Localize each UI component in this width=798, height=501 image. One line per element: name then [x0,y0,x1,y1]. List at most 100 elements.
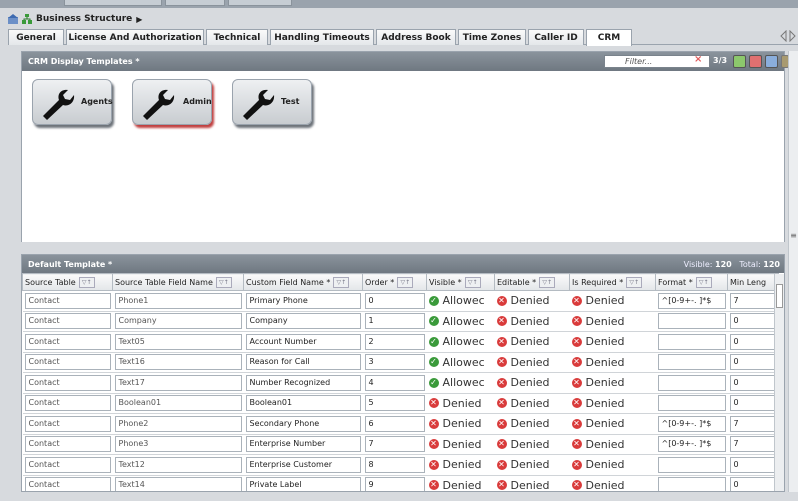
order-input[interactable]: 5 [364,395,425,412]
tab-crm[interactable]: CRM [586,29,632,46]
visible-cell[interactable]: ✕ Denied [426,475,495,491]
source-table-cell[interactable]: Contact [22,331,113,353]
min-length-input[interactable]: 0 [729,354,777,371]
min-length-cell[interactable]: 0 [727,454,779,476]
required-cell[interactable]: ✕ Denied [569,290,656,312]
source-field-cell[interactable]: Phone2 [112,413,244,435]
format-input[interactable] [657,374,726,391]
custom-field-input[interactable]: Private Label [245,477,361,491]
source-table-cell[interactable]: Contact [22,475,113,491]
format-input[interactable] [657,456,726,473]
format-cell[interactable]: ^[0-9+-. ]*$ [655,434,728,455]
breadcrumb-title[interactable]: Business Structure [36,14,132,24]
format-cell[interactable] [655,475,728,491]
tab-license-and-authorization[interactable]: License And Authorization [66,29,204,45]
col-is-required[interactable]: Is Required * ▽↑ [569,273,656,291]
custom-field-cell[interactable]: Account Number [243,331,363,353]
col-source-table[interactable]: Source Table ▽↑ [22,273,113,291]
format-input[interactable]: ^[0-9+-. ]*$ [657,436,726,453]
source-table-cell[interactable]: Contact [22,352,113,373]
min-length-input[interactable]: 0 [729,313,777,330]
format-cell[interactable] [655,352,728,373]
visible-cell[interactable]: ✕ Denied [426,434,495,455]
visible-cell[interactable]: ✓ Allowec [426,290,495,312]
order-cell[interactable]: 5 [362,393,427,414]
visible-cell[interactable]: ✓ Allowec [426,352,495,373]
custom-field-cell[interactable]: Secondary Phone [243,413,363,435]
sort-filter-icon[interactable]: ▽↑ [397,276,414,288]
table-row[interactable]: Contact Text12 Enterprise Customer 8 ✕ Denied… [22,454,779,476]
required-cell[interactable]: ✕ Denied [569,434,656,455]
min-length-input[interactable]: 0 [729,333,777,350]
min-length-input[interactable]: 7 [729,292,777,309]
required-cell[interactable]: ✕ Denied [569,352,656,373]
table-row[interactable]: Contact Text14 Private Label 9 ✕ Denied ✕ Denie… [22,475,779,491]
order-cell[interactable]: 9 [362,475,427,491]
format-cell[interactable] [655,311,728,332]
order-input[interactable]: 1 [364,313,425,330]
add-icon[interactable] [733,55,746,68]
table-scrollbar[interactable] [774,274,784,491]
custom-field-cell[interactable]: Enterprise Customer [243,454,363,476]
format-cell[interactable]: ^[0-9+-. ]*$ [655,413,728,435]
editable-cell[interactable]: ✕ Denied [494,352,570,373]
order-cell[interactable]: 3 [362,352,427,373]
sort-filter-icon[interactable]: ▽↑ [695,276,712,288]
custom-field-cell[interactable]: Company [243,311,363,332]
editable-cell[interactable]: ✕ Denied [494,331,570,353]
format-input[interactable] [657,477,726,491]
order-cell[interactable]: 8 [362,454,427,476]
custom-field-cell[interactable]: Number Recognized [243,372,363,394]
custom-field-cell[interactable]: Reason for Call [243,352,363,373]
visible-cell[interactable]: ✕ Denied [426,413,495,435]
visible-cell[interactable]: ✓ Allowec [426,311,495,332]
delete-icon[interactable] [749,55,762,68]
editable-cell[interactable]: ✕ Denied [494,475,570,491]
source-field-cell[interactable]: Phone1 [112,290,244,312]
order-cell[interactable]: 2 [362,331,427,353]
tab-caller-id[interactable]: Caller ID [528,29,584,45]
format-input[interactable]: ^[0-9+-. ]*$ [657,415,726,432]
tab-scroll-arrows[interactable] [780,29,796,43]
required-cell[interactable]: ✕ Denied [569,475,656,491]
source-table-cell[interactable]: Contact [22,372,113,394]
required-cell[interactable]: ✕ Denied [569,331,656,353]
order-input[interactable]: 2 [364,333,425,350]
col-format[interactable]: Format * ▽↑ [655,273,728,291]
required-cell[interactable]: ✕ Denied [569,393,656,414]
min-length-input[interactable]: 0 [729,395,777,412]
tab-handling-timeouts[interactable]: Handling Timeouts [270,29,374,45]
editable-cell[interactable]: ✕ Denied [494,311,570,332]
template-agents[interactable]: Agents [32,79,113,125]
source-table-cell[interactable]: Contact [22,311,113,332]
visible-cell[interactable]: ✕ Denied [426,454,495,476]
min-length-input[interactable]: 7 [729,436,777,453]
breadcrumb-arrow[interactable]: ▶ [136,15,142,24]
table-row[interactable]: Contact Text17 Number Recognized 4 ✓ Allowec ✕… [22,372,779,394]
format-cell[interactable] [655,372,728,394]
home-icon[interactable] [8,14,18,24]
order-cell[interactable]: 4 [362,372,427,394]
source-field-cell[interactable]: Text14 [112,475,244,491]
format-input[interactable]: ^[0-9+-. ]*$ [657,292,726,309]
order-input[interactable]: 4 [364,374,425,391]
min-length-input[interactable]: 0 [729,374,777,391]
template-admin[interactable]: Admin [132,79,212,125]
table-row[interactable]: Contact Boolean01 Boolean01 5 ✕ Denied ✕ Denied… [22,393,779,414]
required-cell[interactable]: ✕ Denied [569,311,656,332]
source-field-cell[interactable]: Boolean01 [112,393,244,414]
order-input[interactable]: 9 [364,477,425,491]
min-length-input[interactable]: 7 [729,415,777,432]
min-length-cell[interactable]: 7 [727,434,779,455]
source-field-cell[interactable]: Phone3 [112,434,244,455]
order-input[interactable]: 0 [364,292,425,309]
format-cell[interactable]: ^[0-9+-. ]*$ [655,290,728,312]
col-min-length[interactable]: Min Leng [727,273,779,291]
source-field-cell[interactable]: Text17 [112,372,244,394]
required-cell[interactable]: ✕ Denied [569,413,656,435]
editable-cell[interactable]: ✕ Denied [494,434,570,455]
source-table-cell[interactable]: Contact [22,434,113,455]
col-editable[interactable]: Editable * ▽↑ [494,273,570,291]
scrollbar-grip[interactable]: ≡ [789,231,798,247]
format-input[interactable] [657,333,726,350]
